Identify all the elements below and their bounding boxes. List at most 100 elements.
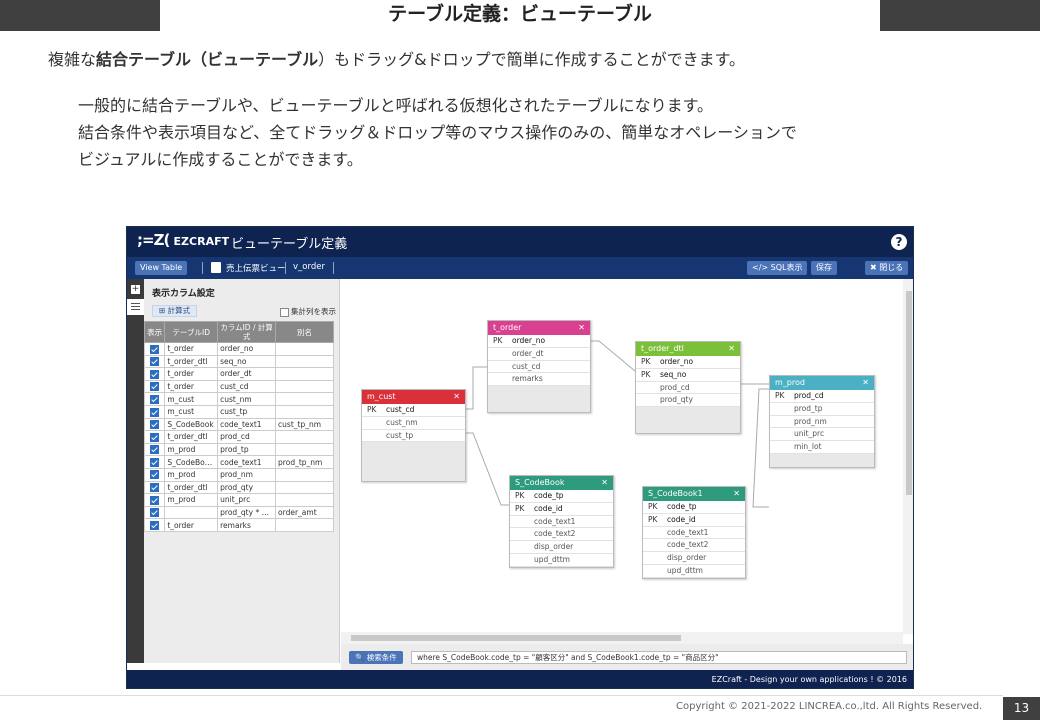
- table-field-row[interactable]: unit_prc: [770, 428, 874, 442]
- table-field-row[interactable]: PK code_id: [643, 513, 745, 527]
- table-field-row[interactable]: PK code_tp: [643, 501, 745, 514]
- alias-cell[interactable]: order_amt: [275, 505, 334, 520]
- display-checkbox[interactable]: [143, 467, 166, 482]
- table-field-row[interactable]: prod_tp: [770, 402, 874, 416]
- table-id-cell[interactable]: t_order_dtl: [164, 480, 219, 495]
- sql-button[interactable]: </> SQL表示: [747, 261, 808, 275]
- column-id-cell[interactable]: prod_nm: [217, 467, 277, 482]
- table-row[interactable]: S_CodeBook code_text1 cust_tp_nm: [143, 417, 334, 432]
- table-row[interactable]: t_order order_dt: [143, 367, 334, 381]
- table-row[interactable]: m_cust cust_nm: [143, 392, 334, 406]
- table-field-row[interactable]: disp_order: [643, 552, 745, 565]
- table-field-row[interactable]: order_dt: [488, 347, 590, 361]
- add-icon[interactable]: +: [131, 285, 140, 294]
- display-checkbox[interactable]: [143, 354, 166, 369]
- close-icon[interactable]: ✕: [601, 476, 608, 490]
- table-field-row[interactable]: PK order_no: [488, 335, 590, 348]
- table-id-cell[interactable]: t_order: [164, 379, 219, 394]
- table-header[interactable]: t_order_dtl ✕: [636, 342, 740, 356]
- table-field-row[interactable]: cust_tp: [362, 429, 465, 443]
- table-field-row[interactable]: upd_dttm: [643, 564, 745, 578]
- column-id-cell[interactable]: prod_tp: [217, 442, 277, 457]
- table-row[interactable]: prod_qty * … order_amt: [143, 505, 334, 520]
- table-id-cell[interactable]: t_order_dtl: [164, 354, 219, 369]
- table-row[interactable]: m_prod unit_prc: [143, 493, 334, 507]
- table-row[interactable]: t_order order_no: [143, 342, 334, 356]
- table-header[interactable]: S_CodeBook ✕: [510, 476, 613, 490]
- column-id-cell[interactable]: prod_cd: [217, 430, 277, 444]
- design-canvas[interactable]: t_order ✕ PK order_no order_dt cust_cd remarks…: [341, 279, 913, 644]
- breadcrumb-view[interactable]: 売上伝票ビュー: [226, 262, 286, 274]
- close-button[interactable]: ✖ 閉じる: [865, 261, 909, 275]
- alias-cell[interactable]: cust_tp_nm: [275, 417, 334, 432]
- alias-cell[interactable]: [275, 367, 334, 381]
- table-id-cell[interactable]: S_CodeBook: [164, 417, 219, 432]
- display-checkbox[interactable]: [143, 455, 166, 469]
- alias-cell[interactable]: [275, 442, 334, 457]
- table-field-row[interactable]: prod_cd: [636, 381, 740, 395]
- table-row[interactable]: m_cust cust_tp: [143, 404, 334, 419]
- table-field-row[interactable]: prod_nm: [770, 415, 874, 429]
- alias-cell[interactable]: [275, 392, 334, 406]
- alias-cell[interactable]: [275, 518, 334, 532]
- table-id-cell[interactable]: m_cust: [164, 404, 219, 419]
- table-id-cell[interactable]: m_prod: [164, 467, 219, 482]
- table-row[interactable]: t_order cust_cd: [143, 379, 334, 394]
- formula-button[interactable]: ⊞ 計算式: [152, 305, 198, 317]
- close-icon[interactable]: ✕: [578, 321, 585, 335]
- table-id-cell[interactable]: t_order: [164, 518, 219, 532]
- display-checkbox[interactable]: [143, 442, 166, 457]
- table-field-row[interactable]: remarks: [488, 373, 590, 387]
- column-id-cell[interactable]: code_text1: [217, 417, 277, 432]
- table-field-row[interactable]: code_text2: [643, 539, 745, 553]
- display-checkbox[interactable]: [143, 417, 166, 432]
- table-header[interactable]: m_cust ✕: [362, 390, 465, 404]
- display-checkbox[interactable]: [143, 392, 166, 406]
- alias-cell[interactable]: [275, 379, 334, 394]
- display-checkbox[interactable]: [143, 379, 166, 394]
- display-checkbox[interactable]: [143, 342, 166, 356]
- table-s-codebook[interactable]: S_CodeBook ✕ PK code_tp PK code_id code_text1 c…: [509, 475, 614, 568]
- vertical-scrollbar[interactable]: [903, 279, 913, 634]
- table-m-cust[interactable]: m_cust ✕ PK cust_cd cust_nm cust_tp: [361, 389, 466, 482]
- column-id-cell[interactable]: order_dt: [217, 367, 277, 381]
- search-condition-button[interactable]: 🔍 検索条件: [349, 651, 403, 664]
- horizontal-scrollbar[interactable]: [341, 632, 903, 644]
- where-clause-input[interactable]: where S_CodeBook.code_tp = "顧客区分" and S_…: [411, 651, 907, 664]
- table-row[interactable]: t_order_dtl prod_qty: [143, 480, 334, 495]
- column-id-cell[interactable]: code_text1: [217, 455, 277, 469]
- close-icon[interactable]: ✕: [728, 342, 735, 356]
- display-checkbox[interactable]: [143, 480, 166, 495]
- table-field-row[interactable]: PK prod_cd: [770, 390, 874, 403]
- table-header[interactable]: m_prod ✕: [770, 376, 874, 390]
- column-id-cell[interactable]: cust_tp: [217, 404, 277, 419]
- alias-cell[interactable]: [275, 493, 334, 507]
- table-t-order-dtl[interactable]: t_order_dtl ✕ PK order_no PK seq_no prod_cd pro…: [635, 341, 741, 434]
- table-field-row[interactable]: PK seq_no: [636, 368, 740, 382]
- display-checkbox[interactable]: [143, 518, 166, 532]
- table-id-cell[interactable]: [164, 505, 219, 520]
- column-id-cell[interactable]: cust_cd: [217, 379, 277, 394]
- alias-cell[interactable]: [275, 467, 334, 482]
- table-row[interactable]: m_prod prod_nm: [143, 467, 334, 482]
- table-header[interactable]: S_CodeBook1 ✕: [643, 487, 745, 501]
- table-id-cell[interactable]: t_order_dtl: [164, 430, 219, 444]
- table-header[interactable]: t_order ✕: [488, 321, 590, 335]
- table-id-cell[interactable]: m_prod: [164, 442, 219, 457]
- table-field-row[interactable]: PK order_no: [636, 356, 740, 369]
- table-field-row[interactable]: cust_nm: [362, 416, 465, 430]
- column-id-cell[interactable]: prod_qty: [217, 480, 277, 495]
- alias-cell[interactable]: [275, 480, 334, 495]
- table-field-row[interactable]: code_text1: [510, 515, 613, 529]
- view-table-button[interactable]: View Table: [135, 261, 188, 275]
- close-icon[interactable]: ✕: [862, 376, 869, 390]
- table-field-row[interactable]: code_text1: [643, 526, 745, 540]
- table-t-order[interactable]: t_order ✕ PK order_no order_dt cust_cd remarks: [487, 320, 591, 413]
- table-id-cell[interactable]: S_CodeBo…: [164, 455, 219, 469]
- table-field-row[interactable]: upd_dttm: [510, 553, 613, 567]
- alias-cell[interactable]: [275, 430, 334, 444]
- table-row[interactable]: S_CodeBo… code_text1 prod_tp_nm: [143, 455, 334, 469]
- table-id-cell[interactable]: m_cust: [164, 392, 219, 406]
- column-id-cell[interactable]: remarks: [217, 518, 277, 532]
- column-id-cell[interactable]: prod_qty * …: [217, 505, 277, 520]
